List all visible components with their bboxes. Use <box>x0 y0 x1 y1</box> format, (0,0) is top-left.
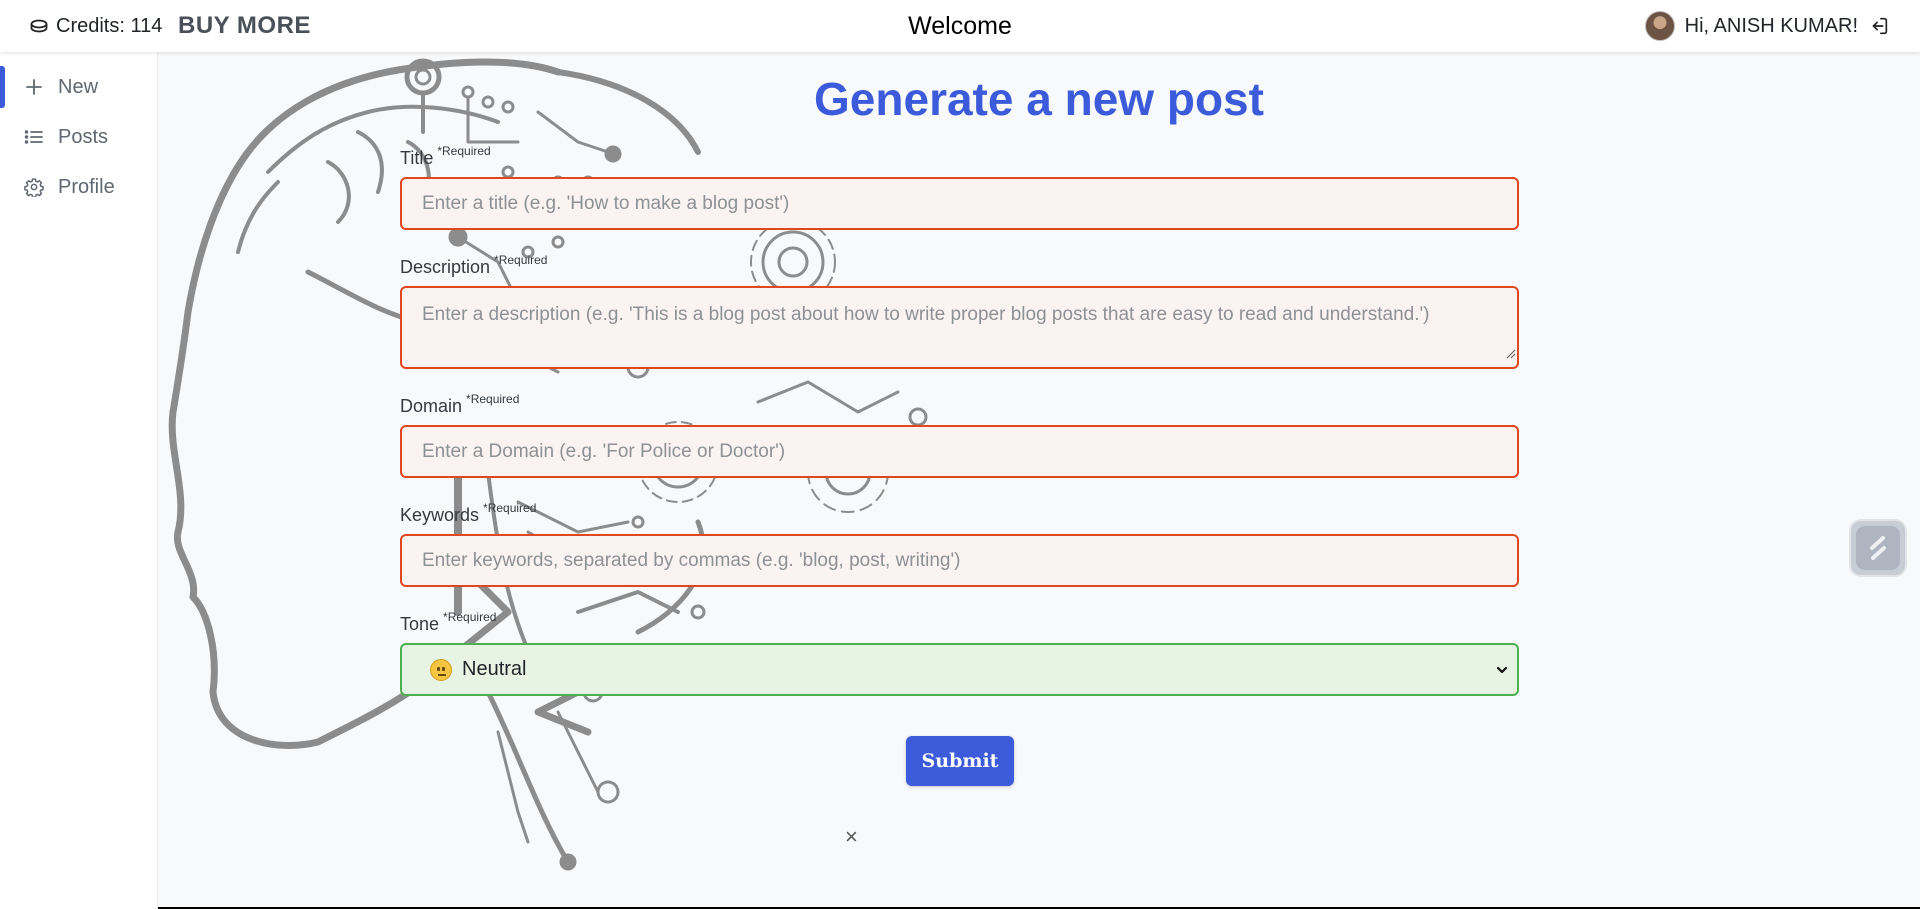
submit-button[interactable]: Submit <box>906 736 1014 786</box>
user-greeting: Hi, ANISH KUMAR! <box>1684 14 1858 37</box>
required-marker: *Required <box>494 253 548 267</box>
sidebar-item-label: Profile <box>58 175 115 198</box>
chevron-down-icon <box>1496 666 1508 673</box>
description-label: Description *Required <box>400 253 548 277</box>
credits-label: Credits: 114 <box>56 14 163 37</box>
title-input[interactable] <box>400 177 1519 230</box>
required-marker: *Required <box>437 144 491 158</box>
avatar[interactable] <box>1644 11 1675 41</box>
tone-label: Tone *Required <box>400 610 497 634</box>
keywords-input[interactable] <box>400 534 1519 587</box>
neutral-face-icon <box>430 658 452 681</box>
required-marker: *Required <box>483 501 537 515</box>
plus-icon <box>26 79 42 95</box>
gear-icon <box>24 178 44 197</box>
user-menu: Hi, ANISH KUMAR! <box>1644 0 1890 52</box>
required-marker: *Required <box>443 610 497 624</box>
credits-display: Credits: 114 <box>30 0 162 52</box>
logout-icon[interactable] <box>1868 15 1890 37</box>
coin-stack-icon <box>30 19 48 33</box>
page-title: Generate a new post <box>814 73 1264 125</box>
new-post-form: Generate a new post Title*Required Descr… <box>158 52 1920 909</box>
sidebar-item-label: New <box>58 75 99 98</box>
close-icon[interactable]: × <box>845 826 858 848</box>
list-icon <box>24 130 43 144</box>
floating-assistant-button[interactable] <box>1849 519 1907 577</box>
title-label: Title *Required <box>400 144 491 168</box>
tone-select[interactable]: Neutral <box>400 643 1519 696</box>
resize-handle-icon[interactable] <box>1504 347 1516 359</box>
required-marker: *Required <box>466 392 520 406</box>
keywords-label: Keywords *Required <box>400 501 537 525</box>
description-textarea[interactable] <box>400 286 1519 369</box>
domain-label: Domain *Required <box>400 392 520 416</box>
sidebar: New Posts Profile <box>0 52 158 909</box>
tone-selected-value: Neutral <box>462 658 527 680</box>
sidebar-item-label: Posts <box>58 125 109 148</box>
sidebar-item-profile[interactable]: Profile <box>0 162 157 212</box>
lightning-icon <box>1870 536 1886 560</box>
top-header: Credits: 114 BUY MORE Welcome Hi, ANISH … <box>0 0 1920 52</box>
domain-input[interactable] <box>400 425 1519 478</box>
sidebar-item-posts[interactable]: Posts <box>0 112 157 162</box>
buy-more-button[interactable]: BUY MORE <box>178 0 311 52</box>
sidebar-item-new[interactable]: New <box>0 62 157 112</box>
